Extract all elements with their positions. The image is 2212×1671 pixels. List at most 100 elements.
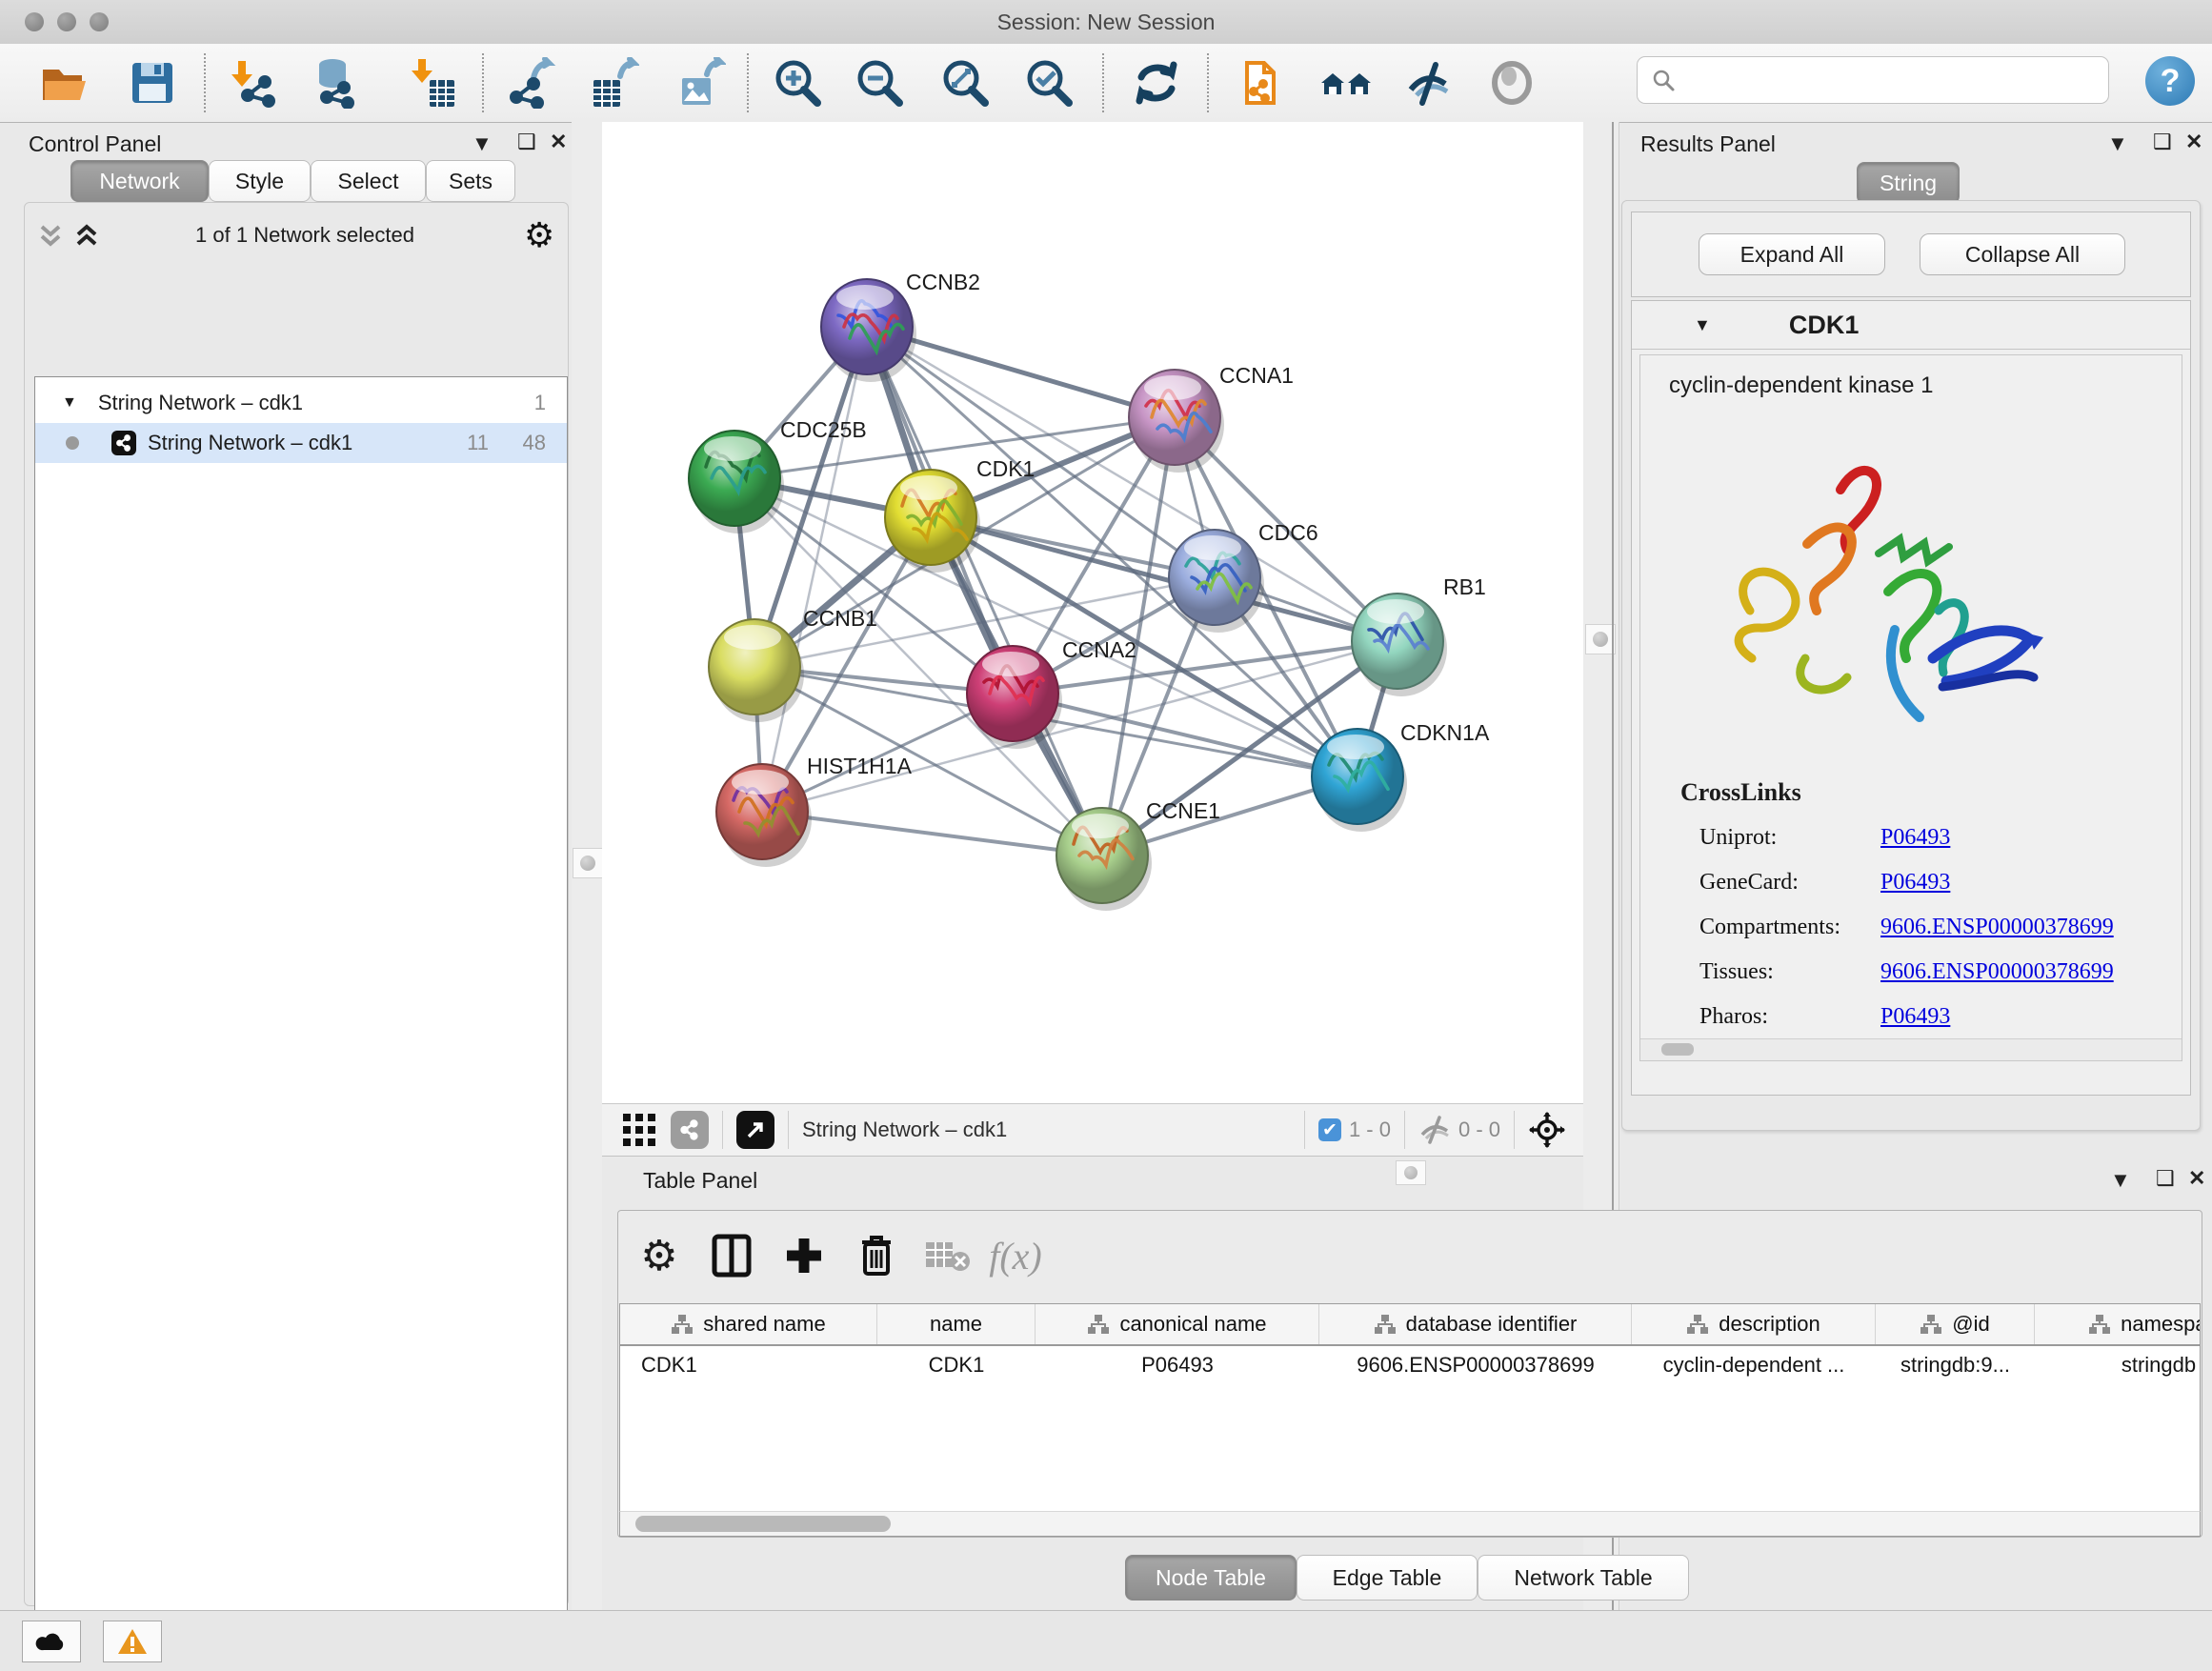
table-row[interactable]: CDK1 CDK1 P06493 9606.ENSP00000378699 cy… [620,1346,2201,1384]
zoom-out-icon[interactable] [854,56,907,110]
export-image-icon[interactable] [674,56,727,110]
cell-shared-name[interactable]: CDK1 [620,1346,877,1384]
collapse-all-networks-icon[interactable] [36,221,65,250]
network-share-view-icon[interactable] [671,1111,709,1149]
network-edge[interactable] [931,517,1398,641]
import-table-icon[interactable] [404,56,457,110]
network-node-cdc25b[interactable] [689,431,784,534]
zoom-selected-icon[interactable] [1023,56,1076,110]
results-hscrollbar[interactable] [1640,1038,2182,1060]
export-network-icon[interactable] [504,56,557,110]
close-panel-icon[interactable]: ✕ [2188,1166,2205,1191]
toolbar-separator [1207,53,1209,112]
scrollbar-thumb[interactable] [635,1516,891,1532]
column-header[interactable]: database identifier [1319,1304,1632,1344]
network-node-rb1[interactable] [1352,594,1447,696]
tab-network[interactable]: Network [70,160,209,202]
delete-column-trash-icon[interactable] [848,1227,905,1284]
collection-expand-icon[interactable]: ▼ [62,394,77,412]
home-networks-icon[interactable] [1319,56,1373,110]
column-header[interactable]: canonical name [1036,1304,1319,1344]
collapse-all-button[interactable]: Collapse All [1920,233,2125,275]
cloud-status-icon[interactable] [22,1621,81,1662]
close-panel-icon[interactable]: ✕ [550,130,567,154]
export-table-icon[interactable] [587,56,640,110]
save-session-icon[interactable] [126,56,179,110]
tab-network-table[interactable]: Network Table [1478,1555,1689,1601]
column-header[interactable]: description [1632,1304,1876,1344]
cell-description[interactable]: cyclin-dependent ... [1632,1346,1876,1384]
tab-edge-table[interactable]: Edge Table [1297,1555,1478,1601]
column-header[interactable]: shared name [620,1304,877,1344]
cell-id[interactable]: stringdb:9... [1876,1346,2035,1384]
tab-sets[interactable]: Sets [426,160,515,202]
left-splitter-handle[interactable] [573,848,603,878]
expand-all-button[interactable]: Expand All [1699,233,1885,275]
crosslinks-title: CrossLinks [1680,778,2182,807]
network-edge[interactable] [762,812,1102,856]
genecard-link[interactable]: P06493 [1880,870,1950,895]
network-node-hist1h1a[interactable] [716,764,812,867]
section-collapse-icon[interactable]: ▼ [1694,315,1711,335]
collapse-panel-icon[interactable]: ▼ [2107,131,2128,156]
table-hscrollbar[interactable] [619,1511,2201,1537]
tab-string[interactable]: String [1857,162,1960,204]
string-import-icon[interactable] [1233,56,1286,110]
float-panel-icon[interactable]: ❑ [517,130,536,154]
tab-node-table[interactable]: Node Table [1125,1555,1297,1601]
collapse-panel-icon[interactable]: ▼ [2110,1168,2131,1193]
function-builder-icon[interactable]: f(x) [987,1227,1044,1284]
collapse-panel-icon[interactable]: ▼ [472,131,493,156]
grid-view-icon[interactable] [623,1114,655,1146]
close-panel-icon[interactable]: ✕ [2185,130,2202,154]
create-column-icon[interactable] [775,1227,833,1284]
float-panel-icon[interactable]: ❑ [2153,130,2172,154]
uniprot-link[interactable]: P06493 [1880,825,1950,850]
gene-section-header[interactable]: ▼ CDK1 [1632,301,2190,350]
network-options-gear-icon[interactable]: ⚙ [524,215,554,255]
cell-namespace[interactable]: stringdb [2035,1346,2201,1384]
network-node-ccnb2[interactable] [821,279,916,382]
column-header[interactable]: namespace [2035,1304,2201,1344]
hide-unhide-icon[interactable] [1402,56,1456,110]
tissues-link[interactable]: 9606.ENSP00000378699 [1880,959,2114,984]
float-panel-icon[interactable]: ❑ [2156,1166,2175,1191]
pharos-link[interactable]: P06493 [1880,1004,1950,1029]
expand-all-networks-icon[interactable] [72,221,101,250]
zoom-in-icon[interactable] [772,56,825,110]
show-graphics-icon[interactable] [1485,56,1538,110]
cell-database-identifier[interactable]: 9606.ENSP00000378699 [1319,1346,1632,1384]
tab-select[interactable]: Select [311,160,426,202]
navigator-crosshair-icon[interactable] [1528,1111,1566,1149]
network-node-ccne1[interactable] [1056,808,1152,911]
delete-table-icon[interactable] [918,1227,975,1284]
network-graph[interactable]: CCNB2CCNA1CDC25BCDK1CDC6RB1CCNB1CCNA2HIS… [602,122,1583,1103]
column-header[interactable]: @id [1876,1304,2035,1344]
left-splitter[interactable] [572,122,602,1610]
network-node-cdkn1a[interactable] [1312,729,1407,832]
compartments-link[interactable]: 9606.ENSP00000378699 [1880,915,2114,939]
warning-status-icon[interactable] [103,1621,162,1662]
selected-checkbox-icon[interactable]: ✔ [1318,1118,1341,1141]
show-columns-icon[interactable] [703,1227,760,1284]
open-session-icon[interactable] [38,56,91,110]
network-canvas[interactable]: CCNB2CCNA1CDC25BCDK1CDC6RB1CCNB1CCNA2HIS… [602,122,1583,1103]
hidden-eye-slash-icon[interactable] [1418,1116,1451,1144]
search-input[interactable] [1685,67,2089,93]
help-icon[interactable]: ? [2145,56,2195,106]
network-row[interactable]: String Network – cdk1 11 48 [35,423,567,463]
tab-style[interactable]: Style [209,160,311,202]
cell-name[interactable]: CDK1 [877,1346,1036,1384]
toolbar-separator [204,53,206,112]
open-in-new-window-icon[interactable] [736,1111,774,1149]
import-network-from-database-icon[interactable] [307,56,360,110]
network-node-ccna2[interactable] [967,646,1062,749]
column-header[interactable]: name [877,1304,1036,1344]
network-node-ccna1[interactable] [1129,370,1224,473]
network-collection-row[interactable]: ▼ String Network – cdk1 1 [35,383,567,423]
import-network-icon[interactable] [226,56,279,110]
cell-canonical-name[interactable]: P06493 [1036,1346,1319,1384]
refresh-icon[interactable] [1130,56,1183,110]
table-options-gear-icon[interactable]: ⚙ [631,1227,688,1284]
zoom-fit-icon[interactable] [939,56,993,110]
